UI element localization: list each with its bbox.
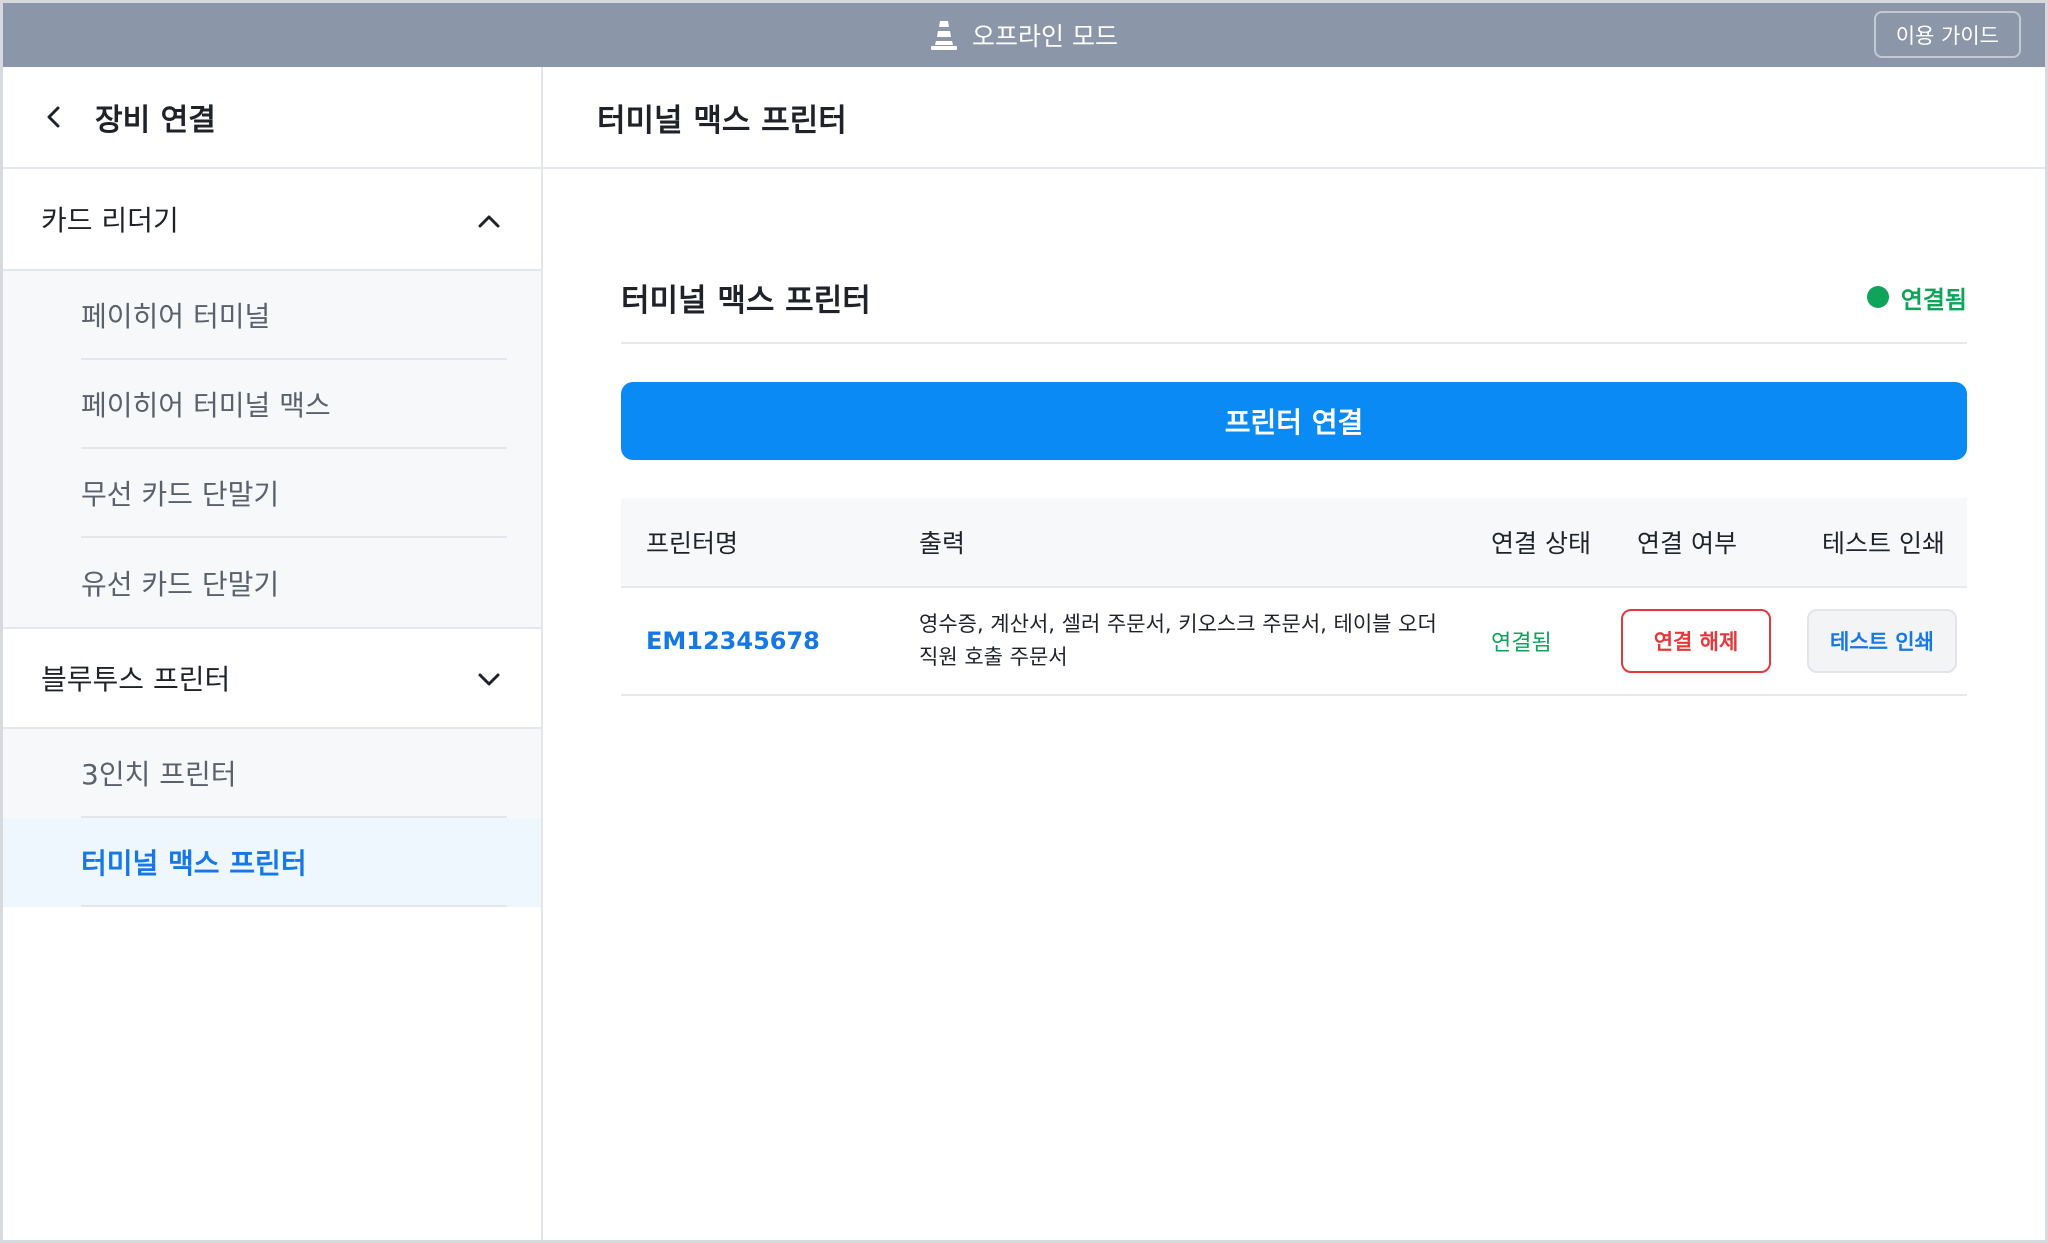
column-header-test-print: 테스트 인쇄 <box>1822 529 1945 558</box>
output-line: 영수증, 계산서, 셀러 주문서, 키오스크 주문서, 테이블 오더 <box>919 612 1437 636</box>
main-content: 터미널 맥스 프린터 터미널 맥스 프린터 연결됨 프린터 연결 프린터명 출력… <box>543 67 2045 1240</box>
chevron-up-icon <box>477 203 501 236</box>
page-title: 터미널 맥스 프린터 <box>543 67 2045 169</box>
sidebar: 장비 연결 카드 리더기 페이히어 터미널 페이히어 터미널 맥스 무선 카드 … <box>3 67 543 1240</box>
table-row: EM12345678 영수증, 계산서, 셀러 주문서, 키오스크 주문서, 테… <box>621 588 1967 696</box>
column-header-output: 출력 <box>919 529 966 558</box>
status-dot-icon <box>1866 286 1889 308</box>
group-card-reader-items: 페이히어 터미널 페이히어 터미널 맥스 무선 카드 단말기 유선 카드 단말기 <box>3 271 541 627</box>
column-header-printer-name: 프린터명 <box>646 529 739 558</box>
chevron-down-icon <box>477 662 501 695</box>
printer-output-types: 영수증, 계산서, 셀러 주문서, 키오스크 주문서, 테이블 오더 직원 호출… <box>919 608 1491 674</box>
sidebar-item-label: 3인치 프린터 <box>81 757 237 791</box>
offline-mode-label: 오프라인 모드 <box>972 22 1118 51</box>
offline-mode-bar: 오프라인 모드 이용 가이드 <box>3 3 2045 67</box>
group-bluetooth-printer-items: 3인치 프린터 터미널 맥스 프린터 <box>3 729 541 907</box>
column-header-connection: 연결 여부 <box>1637 529 1737 558</box>
sidebar-title: 장비 연결 <box>95 103 216 138</box>
group-bluetooth-printer[interactable]: 블루투스 프린터 <box>3 627 541 729</box>
sidebar-item-label: 페이히어 터미널 <box>81 299 271 333</box>
disconnect-button[interactable]: 연결 해제 <box>1621 609 1771 673</box>
printer-table: 프린터명 출력 연결 상태 연결 여부 테스트 인쇄 EM12345678 영수… <box>621 498 1967 696</box>
device-section: 터미널 맥스 프린터 연결됨 프린터 연결 프린터명 출력 연결 상태 연결 여… <box>621 252 1967 696</box>
sidebar-item-3inch-printer[interactable]: 3인치 프린터 <box>3 729 541 818</box>
group-label: 카드 리더기 <box>41 204 179 237</box>
column-header-connection-status: 연결 상태 <box>1491 529 1591 558</box>
group-label: 블루투스 프린터 <box>41 663 231 696</box>
table-header: 프린터명 출력 연결 상태 연결 여부 테스트 인쇄 <box>621 498 1967 588</box>
user-guide-button[interactable]: 이용 가이드 <box>1873 11 2021 58</box>
sidebar-item-label: 유선 카드 단말기 <box>81 567 280 601</box>
status-badge: 연결됨 <box>1866 280 1967 315</box>
row-connection-status: 연결됨 <box>1491 631 1552 656</box>
group-card-reader[interactable]: 카드 리더기 <box>3 169 541 271</box>
sidebar-item-wireless-card-terminal[interactable]: 무선 카드 단말기 <box>3 449 541 538</box>
output-line: 직원 호출 주문서 <box>919 645 1068 669</box>
printer-name-link[interactable]: EM12345678 <box>646 627 820 655</box>
device-name: 터미널 맥스 프린터 <box>621 282 871 319</box>
sidebar-header: 장비 연결 <box>3 67 541 169</box>
sidebar-item-payhere-terminal[interactable]: 페이히어 터미널 <box>3 271 541 360</box>
offline-mode-indicator: 오프라인 모드 <box>930 17 1118 53</box>
traffic-cone-icon <box>930 20 958 50</box>
sidebar-item-terminal-max-printer[interactable]: 터미널 맥스 프린터 <box>3 818 541 907</box>
sidebar-item-wired-card-terminal[interactable]: 유선 카드 단말기 <box>3 538 541 627</box>
device-header: 터미널 맥스 프린터 연결됨 <box>621 252 1967 344</box>
test-print-button[interactable]: 테스트 인쇄 <box>1807 609 1957 673</box>
sidebar-item-label: 터미널 맥스 프린터 <box>81 846 307 880</box>
chevron-left-icon[interactable] <box>43 104 65 130</box>
sidebar-item-label: 페이히어 터미널 맥스 <box>81 388 331 422</box>
sidebar-item-label: 무선 카드 단말기 <box>81 477 280 511</box>
connect-printer-button[interactable]: 프린터 연결 <box>621 382 1967 460</box>
app-window: 오프라인 모드 이용 가이드 장비 연결 카드 리더기 페이히어 터미널 페이히… <box>0 0 2048 1243</box>
status-label: 연결됨 <box>1900 285 1967 314</box>
sidebar-item-payhere-terminal-max[interactable]: 페이히어 터미널 맥스 <box>3 360 541 449</box>
